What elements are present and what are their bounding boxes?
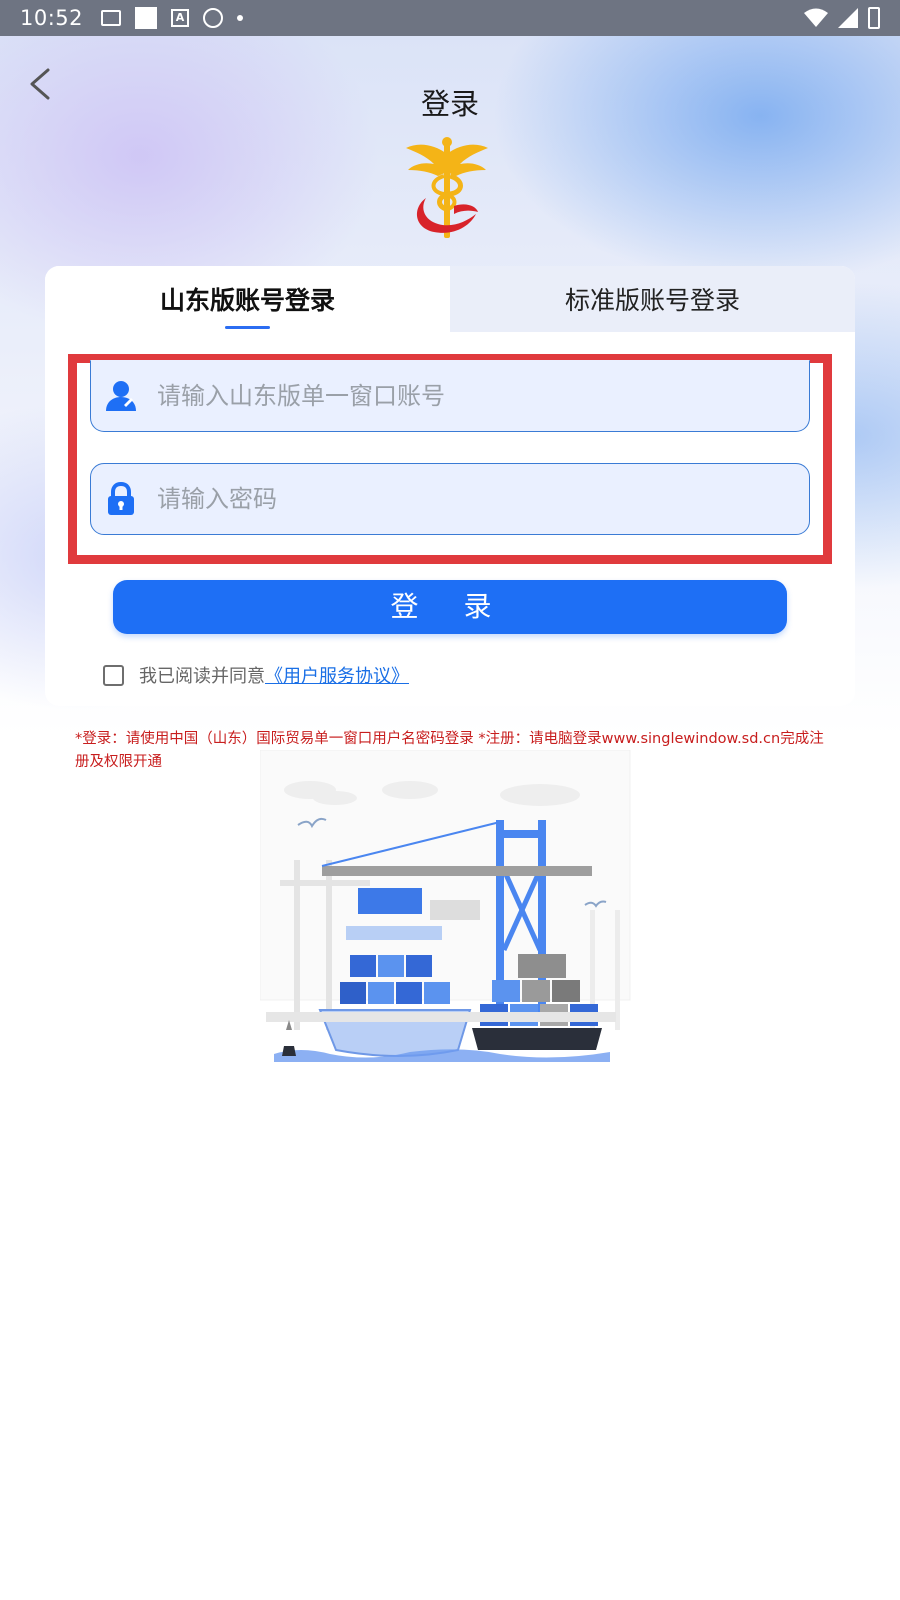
battery-charging-icon — [868, 7, 880, 29]
status-time: 10:52 — [20, 6, 84, 30]
globe-icon — [203, 8, 224, 28]
agree-checkbox[interactable] — [103, 664, 124, 686]
port-illustration — [260, 750, 631, 1062]
status-icons-left: A — [101, 7, 244, 29]
status-icons-right — [804, 7, 880, 29]
page-title: 登录 — [420, 87, 479, 121]
user-agreement-link[interactable]: 《用户服务协议》 — [265, 662, 409, 688]
password-field[interactable] — [90, 463, 810, 535]
tab-active-indicator — [225, 326, 270, 329]
square-icon — [135, 7, 158, 29]
dot-icon — [237, 15, 244, 21]
signal-icon — [838, 8, 858, 28]
agreement-row: 我已阅读并同意 《用户服务协议》 — [103, 662, 409, 688]
username-field[interactable] — [90, 360, 810, 432]
login-button[interactable]: 登 录 — [113, 580, 787, 634]
username-input[interactable] — [157, 382, 757, 410]
user-icon — [99, 374, 143, 418]
tab-shandong-login[interactable]: 山东版账号登录 — [45, 266, 450, 332]
top-nav: 登录 — [0, 36, 900, 136]
customs-logo — [406, 137, 488, 238]
lock-icon — [99, 477, 143, 521]
font-a-icon: A — [171, 9, 190, 27]
image-icon — [101, 10, 122, 26]
tab-standard-login[interactable]: 标准版账号登录 — [450, 266, 855, 332]
agree-text: 我已阅读并同意 — [139, 666, 265, 687]
status-bar: 10:52 A — [0, 0, 900, 36]
password-input[interactable] — [157, 485, 757, 513]
wifi-icon — [804, 8, 828, 27]
